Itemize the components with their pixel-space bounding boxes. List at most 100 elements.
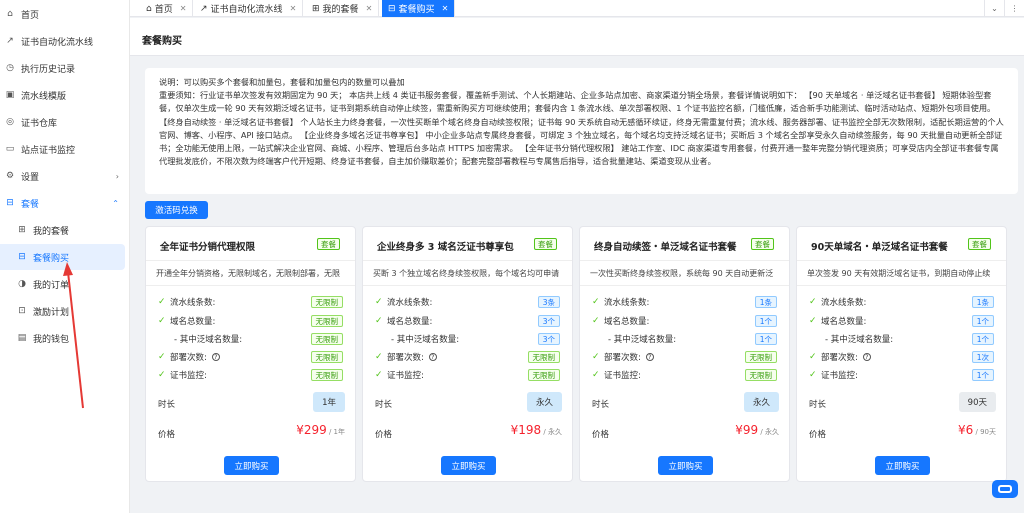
page-header: 套餐购买 — [130, 18, 1024, 56]
feature-label: 域名总数量: — [170, 317, 216, 327]
feature-label: 流水线条数: — [821, 298, 867, 308]
buy-now-button[interactable]: 立即购买 — [875, 456, 930, 475]
tab-label: 首页 — [154, 5, 173, 15]
feature-label: 证书监控: — [604, 371, 641, 381]
check-icon: ✓ — [158, 370, 166, 380]
duration-value[interactable]: 永久 — [743, 392, 779, 412]
help-icon[interactable]: ? — [428, 353, 437, 361]
feature-deploys: ✓ 部署次数:? 无限制 — [592, 351, 777, 363]
tab-bar: ⌂ 首页 ✕ ↗ 证书自动化流水线 ✕ ⊞ 我的套餐 ✕ ⊟ 套餐购买 ✕ ⌄ ⋮ — [130, 0, 1024, 17]
tab-home[interactable]: ⌂ 首页 ✕ — [140, 0, 194, 17]
help-icon[interactable]: ? — [862, 353, 871, 361]
package-card-enterprise: 企业终身多 3 域名泛证书尊享包 套餐 买断 3 个独立域名终身续签权限，每个域… — [362, 226, 573, 482]
help-icon[interactable]: ? — [211, 353, 220, 361]
divider — [146, 260, 355, 261]
price: ¥198 / 永久 — [511, 423, 562, 437]
close-icon[interactable]: ✕ — [290, 4, 297, 13]
help-icon[interactable]: ? — [645, 353, 654, 361]
duration-value[interactable]: 1年 — [313, 392, 345, 412]
feature-wildcards: - 其中泛域名数量: 3个 — [375, 333, 560, 345]
tab-pipeline[interactable]: ↗ 证书自动化流水线 ✕ — [194, 0, 304, 17]
feature-value: 1次 — [971, 351, 994, 363]
feature-value: 1条 — [754, 296, 777, 308]
feature-label: 流水线条数: — [604, 298, 650, 308]
price-unit: / 1年 — [326, 428, 345, 436]
feature-domains: ✓ 域名总数量: 1个 — [592, 315, 777, 327]
divider — [580, 285, 789, 286]
tab-package-purchase[interactable]: ⊟ 套餐购买 ✕ — [382, 0, 456, 17]
feature-label: - 其中泛域名数量: — [608, 335, 677, 345]
more-icon[interactable]: ⋮ — [1004, 0, 1024, 17]
feature-label: 域名总数量: — [821, 317, 867, 327]
divider — [797, 260, 1006, 261]
feature-value: 1个 — [754, 333, 777, 345]
package-tag: 套餐 — [534, 238, 557, 250]
divider — [363, 260, 572, 261]
feature-monitors: ✓ 证书监控: 无限制 — [158, 369, 343, 381]
card-description: 一次性买断终身续签权限，系统每 90 天自动更新泛 — [590, 269, 774, 278]
feature-pipelines: ✓ 流水线条数: 3条 — [375, 296, 560, 308]
package-card-lifetime: 终身自动续签・单泛域名证书套餐 套餐 一次性买断终身续签权限，系统每 90 天自… — [579, 226, 790, 482]
cart-icon: ⊟ — [388, 3, 396, 14]
price-amount: ¥6 — [958, 423, 974, 437]
close-icon[interactable]: ✕ — [442, 4, 449, 13]
check-icon: ✓ — [809, 370, 817, 380]
close-icon[interactable]: ✕ — [366, 4, 373, 13]
feature-value: 无限制 — [310, 369, 343, 381]
package-tag: 套餐 — [317, 238, 340, 250]
check-icon: ✓ — [158, 352, 166, 362]
divider — [146, 285, 355, 286]
duration-value[interactable]: 永久 — [526, 392, 562, 412]
buy-now-button[interactable]: 立即购买 — [658, 456, 713, 475]
feature-label: 部署次数: — [170, 353, 207, 363]
package-card-90day: 90天单域名・单泛域名证书套餐 套餐 单次签发 90 天有效期泛域名证书，到期自… — [796, 226, 1007, 482]
card-description: 开通全年分销资格，无限制域名，无限制部署，无限 — [156, 269, 340, 278]
price-amount: ¥198 — [510, 423, 542, 437]
feature-deploys: ✓ 部署次数:? 1次 — [809, 351, 994, 363]
feature-value: 无限制 — [527, 351, 560, 363]
check-icon: ✓ — [592, 370, 600, 380]
feature-label: 证书监控: — [387, 371, 424, 381]
feature-value: 1个 — [971, 369, 994, 381]
price-label: 价格 — [375, 430, 393, 440]
card-title: 全年证书分销代理权限 — [160, 242, 256, 253]
notice-panel: 说明：可以购买多个套餐和加量包，套餐和加量包内的数量可以叠加 重要须知：行业证书… — [145, 68, 1018, 194]
divider — [363, 285, 572, 286]
price-amount: ¥299 — [296, 423, 327, 437]
feature-wildcards: - 其中泛域名数量: 1个 — [809, 333, 994, 345]
price-unit: / 永久 — [541, 428, 562, 436]
feature-label: 流水线条数: — [170, 298, 216, 308]
notice-line: 说明：可以购买多个套餐和加量包，套餐和加量包内的数量可以叠加 — [159, 77, 405, 87]
buy-now-button[interactable]: 立即购买 — [441, 456, 496, 475]
divider — [797, 285, 1006, 286]
tab-my-packages[interactable]: ⊞ 我的套餐 ✕ — [306, 0, 380, 17]
check-icon: ✓ — [809, 316, 817, 326]
package-icon: ⊞ — [312, 3, 320, 14]
price-label: 价格 — [592, 430, 610, 440]
feature-monitors: ✓ 证书监控: 无限制 — [592, 369, 777, 381]
close-icon[interactable]: ✕ — [180, 4, 187, 13]
feature-label: - 其中泛域名数量: — [391, 335, 460, 345]
price-label: 价格 — [158, 430, 176, 440]
feature-label: - 其中泛域名数量: — [174, 335, 243, 345]
feature-deploys: ✓ 部署次数:? 无限制 — [158, 351, 343, 363]
chat-icon — [998, 485, 1012, 493]
chevron-down-icon[interactable]: ⌄ — [984, 0, 1004, 17]
price-unit: / 90天 — [973, 428, 997, 436]
feature-label: 部署次数: — [604, 353, 641, 363]
redeem-code-button[interactable]: 激活码兑换 — [145, 201, 208, 219]
duration-label: 时长 — [158, 400, 176, 410]
check-icon: ✓ — [158, 297, 166, 307]
buy-now-button[interactable]: 立即购买 — [224, 456, 279, 475]
package-tag: 套餐 — [751, 238, 774, 250]
price-unit: / 永久 — [758, 428, 779, 436]
feature-value: 1个 — [754, 315, 777, 327]
chat-support-button[interactable] — [992, 480, 1018, 498]
home-icon: ⌂ — [146, 3, 152, 14]
duration-value[interactable]: 90天 — [958, 392, 996, 412]
price-label: 价格 — [809, 430, 827, 440]
feature-value: 无限制 — [310, 315, 343, 327]
feature-wildcards: - 其中泛域名数量: 无限制 — [158, 333, 343, 345]
feature-value: 3个 — [537, 315, 560, 327]
price-amount: ¥99 — [735, 423, 759, 437]
